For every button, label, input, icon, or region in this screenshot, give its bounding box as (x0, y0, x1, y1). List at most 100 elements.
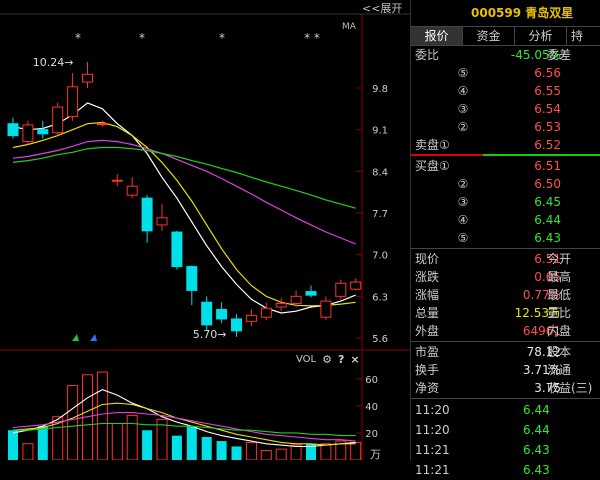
price-tick-label: 8.4 (372, 167, 388, 178)
chart-marker: * (75, 31, 81, 45)
ma-line (12, 146, 356, 209)
volume-bar (37, 426, 48, 460)
panel-tabs: 报价 资金 分析 持 (411, 26, 600, 46)
bid-level: ⑤ (457, 231, 469, 245)
bid-level: ④ (457, 213, 469, 227)
volume-bar (290, 444, 302, 460)
quote-right-label: 最低 (547, 288, 572, 302)
quote-row: 总量 12.53万 量比 (411, 304, 600, 322)
ask-row-3: ③ 6.54 (411, 100, 600, 118)
quote-right-label: 最高 (547, 270, 572, 284)
candle-body (260, 307, 272, 318)
bid-price: 6.51 (534, 159, 561, 173)
quote-label: 涨幅 (415, 288, 440, 302)
volume-bar (320, 443, 332, 460)
volume-bar (245, 441, 257, 460)
tick-price: 6.43 (523, 463, 550, 477)
volume-bar (126, 414, 138, 460)
volume-bar (171, 435, 182, 460)
volume-tick-label: 60 (365, 375, 378, 386)
ask-price: 6.52 (534, 138, 561, 152)
ma-line (12, 102, 356, 314)
chart-marker: * (139, 31, 145, 45)
candle-body (216, 308, 228, 320)
high-annotation: 10.24→ (33, 56, 74, 69)
quote-panel: 000599 青岛双星 报价 资金 分析 持 委比 -45.05% 委差 ⑤ 6… (410, 0, 600, 477)
gear-icon[interactable]: ⚙ (322, 353, 332, 366)
volume-bar (231, 446, 242, 460)
fundamental-row: 净资 3.75 收益(三) (411, 379, 600, 397)
tab-quote[interactable]: 报价 (411, 27, 463, 45)
ask-level: 卖盘① (415, 138, 450, 152)
quote-row: 涨幅 0.77% 最低 (411, 286, 600, 304)
tick-time: 11:21 (415, 463, 450, 477)
ask-level: ③ (457, 102, 469, 116)
low-annotation: 5.70→ (193, 328, 227, 341)
bid-book: 买盘① 6.51 ② 6.50 ③ 6.45 ④ 6.44 ⑤ 6.43 (411, 157, 600, 247)
ask-level: ⑤ (457, 66, 469, 80)
help-icon[interactable]: ? (338, 353, 344, 366)
expand-button[interactable]: <<展开 (362, 0, 408, 15)
fundamental-label: 净资 (415, 381, 440, 395)
tab-funds[interactable]: 资金 (463, 27, 515, 45)
bid-row-5: ⑤ 6.43 (411, 229, 600, 247)
fundamental-row: 市盈 78.12 股本 (411, 343, 600, 361)
quote-row: 外盘 64961 内盘 (411, 322, 600, 340)
volume-bar (201, 437, 212, 460)
quote-row: 现价 6.51 今开 (411, 250, 600, 268)
kline-chart-area[interactable]: 9.8 9.1 8.4 7.7 7.0 6.3 5.6 * * * * * 10.24→ 5.70→ 60… (0, 0, 410, 460)
candle-body (37, 129, 49, 135)
bid-row-2: ② 6.50 (411, 175, 600, 193)
ma-line (12, 139, 356, 245)
tick-list[interactable]: 11:20 6.44 11:20 6.44 11:21 6.43 11:21 6… (411, 400, 600, 480)
quote-label: 总量 (415, 306, 440, 320)
separator-red (411, 154, 483, 156)
volume-bar (22, 443, 34, 460)
tab-holdings[interactable]: 持 (567, 27, 587, 45)
ask-price: 6.53 (534, 120, 561, 134)
ask-row-4: ④ 6.55 (411, 82, 600, 100)
candle-body (231, 318, 242, 332)
tick-row: 11:20 6.44 (411, 420, 600, 440)
volume-bar (111, 422, 123, 460)
fundamentals: 市盈 78.12 股本 换手 3.71% 流通 净资 3.75 收益(三) (411, 343, 600, 397)
ask-book: ⑤ 6.56 ④ 6.55 ③ 6.54 ② 6.53 卖盘① 6.52 (411, 64, 600, 154)
price-tick-label: 9.8 (372, 84, 388, 95)
bid-row-1: 买盘① 6.51 (411, 157, 600, 175)
ma-line (12, 121, 356, 307)
tick-price: 6.44 (523, 403, 550, 417)
candle-body (141, 197, 153, 232)
volume-bar (142, 430, 153, 460)
volume-ma-line (13, 422, 356, 437)
price-tick-label: 5.6 (372, 334, 388, 345)
quote-stats: 现价 6.51 今开 涨跌 0.05 最高 涨幅 0.77% 最低 总量 12.… (411, 250, 600, 340)
tick-time: 11:21 (415, 443, 450, 457)
bid-level: 买盘① (415, 159, 450, 173)
flag-icon (72, 334, 79, 341)
volume-bar (216, 441, 227, 460)
tab-analysis[interactable]: 分析 (515, 27, 567, 45)
tick-price: 6.43 (523, 443, 550, 457)
kline-chart[interactable]: 9.8 9.1 8.4 7.7 7.0 6.3 5.6 * * * * * 10.24→ 5.70→ 60… (0, 0, 410, 460)
candle-body (335, 282, 347, 297)
bid-row-3: ③ 6.45 (411, 193, 600, 211)
ask-level: ④ (457, 84, 469, 98)
bid-price: 6.43 (534, 231, 561, 245)
volume-unit: 万 (370, 448, 381, 460)
volume-bar (275, 448, 287, 460)
ask-level: ② (457, 120, 469, 134)
close-icon[interactable]: × (350, 353, 359, 366)
chart-marker: * (219, 31, 225, 45)
price-tick-label: 6.3 (372, 292, 388, 303)
candle-body (171, 231, 183, 268)
divider (411, 248, 600, 249)
price-tick-label: 9.1 (372, 126, 388, 137)
candle-body (290, 295, 302, 304)
quote-label: 外盘 (415, 324, 440, 338)
ask-row-5: ⑤ 6.56 (411, 64, 600, 82)
volume-tick-label: 40 (365, 402, 378, 413)
candle-body (201, 301, 213, 326)
candle-body (22, 124, 34, 143)
candle-body (67, 86, 79, 118)
weicha-label: 委差 (547, 48, 572, 62)
